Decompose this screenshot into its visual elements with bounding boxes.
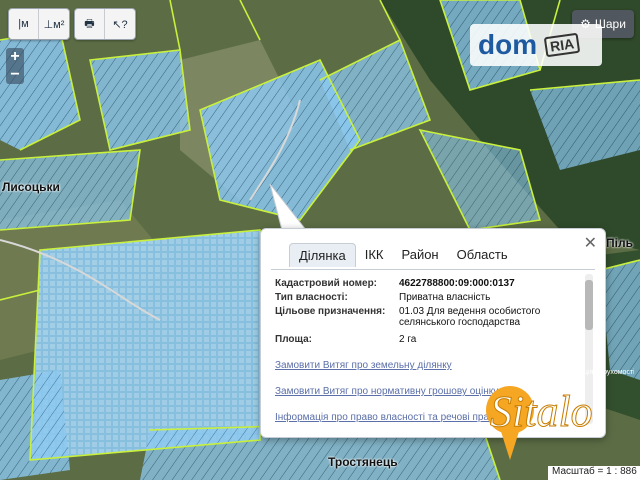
identify-icon[interactable]: ↖? xyxy=(105,9,135,39)
sitalo-brand: Sitalo xyxy=(490,387,593,436)
popup-tabs: Ділянка ІКК Район Область xyxy=(289,243,517,267)
tab-parcel[interactable]: Ділянка xyxy=(289,243,356,267)
measure-distance-icon[interactable]: |м xyxy=(9,9,39,39)
order-parcel-extract-link[interactable]: Замовити Витяг про земельну ділянку xyxy=(275,360,452,371)
attribute-value: Приватна власність xyxy=(399,292,491,303)
scale-readout: Масштаб = 1 : 886 xyxy=(548,466,640,480)
zoom-out-button[interactable]: − xyxy=(6,66,24,84)
place-label: Тростянець xyxy=(328,455,398,469)
tab-ikk[interactable]: ІКК xyxy=(356,243,393,267)
print-identify-toolbar: 🖶 ↖? xyxy=(74,8,136,40)
logo-text: dom xyxy=(478,29,538,60)
scrollbar-thumb[interactable] xyxy=(585,280,593,330)
dom-ria-logo: dom RIA xyxy=(470,24,602,66)
tab-district[interactable]: Район xyxy=(392,243,447,267)
attribute-value: 4622788800:09:000:0137 xyxy=(399,278,515,289)
order-valuation-extract-link[interactable]: Замовити Витяг про нормативну грошову оц… xyxy=(275,386,498,397)
logo-badge: RIA xyxy=(543,32,581,58)
tab-region[interactable]: Область xyxy=(448,243,517,267)
place-label: Лисоцьки xyxy=(2,180,60,194)
zoom-in-button[interactable]: + xyxy=(6,48,24,66)
sitalo-tagline: агенція нерухомості xyxy=(570,368,634,376)
attribute-key: Тип власності: xyxy=(275,292,348,303)
attribute-key: Кадастровий номер: xyxy=(275,278,378,289)
attribute-key: Площа: xyxy=(275,334,312,345)
ownership-info-link[interactable]: Інформація про право власності та речові… xyxy=(275,412,500,423)
measure-area-icon[interactable]: ⊥м² xyxy=(39,9,69,39)
zoom-control: + − xyxy=(6,48,24,84)
sitalo-watermark: Sitalo агенція нерухомості xyxy=(486,368,634,460)
measure-toolbar: |м ⊥м² xyxy=(8,8,70,40)
close-icon[interactable]: ✕ xyxy=(584,233,597,253)
place-label: Піль xyxy=(606,236,633,250)
attribute-value: 2 га xyxy=(399,334,417,345)
attribute-key: Цільове призначення: xyxy=(275,306,386,317)
print-icon[interactable]: 🖶 xyxy=(75,9,105,39)
attribute-value: 01.03 Для ведення особистого селянського… xyxy=(399,306,541,328)
popup-pointer xyxy=(269,183,308,231)
